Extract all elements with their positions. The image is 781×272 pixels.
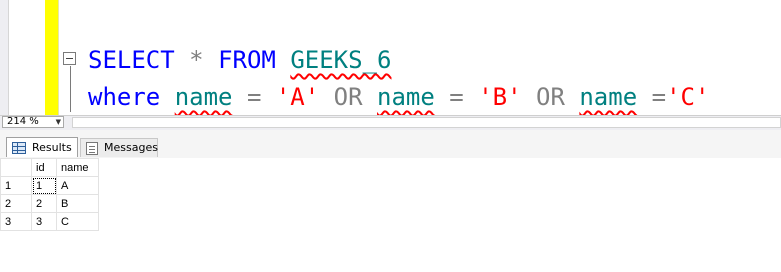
selection-margin-edge [58,0,59,115]
row-number[interactable]: 3 [0,212,32,231]
cell-name[interactable]: A [56,176,99,195]
string-literal: 'B' [478,83,522,111]
editor-left-gutter [0,0,9,115]
column-name: name [579,83,638,111]
string-literal: 'A' [275,83,320,111]
row-number[interactable]: 1 [0,176,32,195]
code-line-1: SELECT * FROM GEEKS_6 [88,45,391,75]
zoom-value: 214 % [7,116,39,127]
header-row: id name [0,158,99,177]
cell-id[interactable]: 2 [31,194,57,213]
results-table: id name 1 1 A 2 2 B 3 3 C [0,158,99,231]
column-header-name[interactable]: name [56,158,99,177]
keyword-select: SELECT [88,46,175,74]
keyword-where: where [88,83,161,111]
column-header-id[interactable]: id [31,158,57,177]
tab-results[interactable]: Results [6,137,78,157]
grid-icon [12,141,26,154]
column-name: name [377,83,435,111]
results-tab-strip: Results Messages [0,130,781,159]
column-name: name [174,83,233,111]
zoom-dropdown[interactable]: 214 % ▼ [2,116,64,128]
keyword-from: FROM [218,46,276,74]
equals-operator: = [651,83,667,111]
or-operator: OR [536,83,565,111]
chevron-down-icon[interactable]: ▼ [56,117,61,127]
code-line-2: where name = 'A' OR name = 'B' OR name =… [88,82,709,112]
collapse-outline-icon[interactable] [63,52,76,65]
cell-id[interactable]: 3 [31,212,57,231]
row-header-corner[interactable] [0,158,32,177]
equals-operator: = [449,83,464,111]
selection-margin [45,0,58,115]
horizontal-scrollbar[interactable] [72,117,781,128]
table-row: 1 1 A [0,176,99,195]
equals-operator: = [246,83,262,111]
row-number[interactable]: 2 [0,194,32,213]
query-editor[interactable]: SELECT * FROM GEEKS_6 where name = 'A' O… [0,0,781,115]
star-operator: * [189,46,204,74]
cell-name[interactable]: B [56,194,99,213]
cell-name[interactable]: C [56,212,99,231]
table-row: 3 3 C [0,212,99,231]
messages-icon [86,141,98,155]
or-operator: OR [333,83,363,111]
tab-results-label: Results [32,140,72,154]
editor-status-bar: 214 % ▼ [0,115,781,130]
table-name: GEEKS_6 [290,46,392,74]
string-literal: 'C' [666,83,710,111]
cell-id[interactable]: 1 [31,176,57,195]
results-grid[interactable]: id name 1 1 A 2 2 B 3 3 C [0,158,781,272]
tab-messages[interactable]: Messages [80,138,158,157]
tab-messages-label: Messages [104,141,158,154]
outline-guide-line [70,66,71,112]
table-row: 2 2 B [0,194,99,213]
